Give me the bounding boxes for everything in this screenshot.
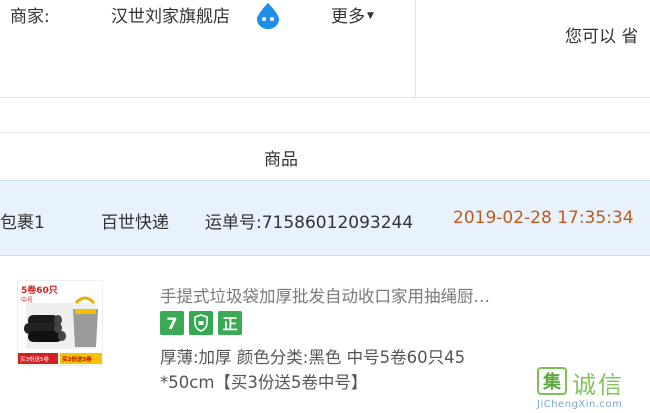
site-watermark: 集 诚信 JiChengXin.com bbox=[534, 364, 650, 413]
thumb-label-top: 5卷60只 bbox=[21, 284, 58, 296]
goods-table-header: 商品 bbox=[0, 132, 650, 180]
thumb-label-size: 中号 bbox=[21, 296, 33, 304]
more-menu[interactable]: 更多 ▼ bbox=[331, 2, 374, 27]
badge-label: 7 bbox=[166, 313, 178, 333]
watermark-url: JiChengXin.com bbox=[537, 399, 623, 410]
package-carrier: 百世快递 bbox=[101, 213, 169, 233]
badge-label: 正 bbox=[222, 314, 238, 333]
tracking-number: 运单号:71586012093244 bbox=[205, 213, 414, 233]
product-spec-line1: 厚薄:加厚 颜色分类:黑色 中号5卷60只45 bbox=[160, 348, 466, 367]
product-thumbnail[interactable]: 5卷60只 中号 买3份送5卷 买3份送5卷 bbox=[17, 280, 103, 366]
shipping-time: 2019-02-28 17:35:34 bbox=[453, 208, 634, 228]
divider bbox=[0, 97, 650, 98]
more-label: 更多 bbox=[331, 7, 365, 27]
wangwang-chat-icon[interactable] bbox=[255, 2, 281, 30]
product-spec-line2: *50cm【买3份送5卷中号】 bbox=[160, 373, 368, 392]
guarantee-badge[interactable] bbox=[189, 311, 213, 335]
seller-area: 商家: 汉世刘家旗舰店 更多 ▼ 您可以 省 bbox=[0, 0, 650, 98]
product-image: 5卷60只 中号 买3份送5卷 买3份送5卷 bbox=[18, 281, 102, 365]
product-title-link[interactable]: 手提式垃圾袋加厚批发自动收口家用抽绳厨… bbox=[160, 283, 490, 307]
caret-down-icon: ▼ bbox=[367, 11, 374, 21]
thumb-banner-right: 买3份送5卷 bbox=[62, 355, 92, 363]
watermark-text: 诚信 bbox=[572, 371, 624, 399]
hint-text: 您可以 省 bbox=[565, 27, 639, 47]
seller-info-panel: 商家: 汉世刘家旗舰店 更多 ▼ bbox=[0, 0, 416, 98]
service-badges: 7 正 bbox=[160, 311, 242, 335]
thumb-banner-left: 买3份送5卷 bbox=[20, 355, 49, 363]
shield-icon bbox=[194, 314, 208, 332]
seven-day-return-badge[interactable]: 7 bbox=[160, 311, 184, 335]
goods-header-label: 商品 bbox=[264, 150, 298, 170]
seller-label: 商家: bbox=[10, 7, 50, 27]
seller-name-link[interactable]: 汉世刘家旗舰店 bbox=[111, 2, 230, 27]
authentic-badge[interactable]: 正 bbox=[218, 311, 242, 335]
package-name: 包裹1 bbox=[0, 213, 45, 233]
watermark-box-char: 集 bbox=[543, 372, 561, 393]
watermark-logo-icon: 集 bbox=[537, 367, 567, 395]
package-row: 包裹1 百世快递 运单号:71586012093244 2019-02-28 1… bbox=[0, 180, 650, 256]
